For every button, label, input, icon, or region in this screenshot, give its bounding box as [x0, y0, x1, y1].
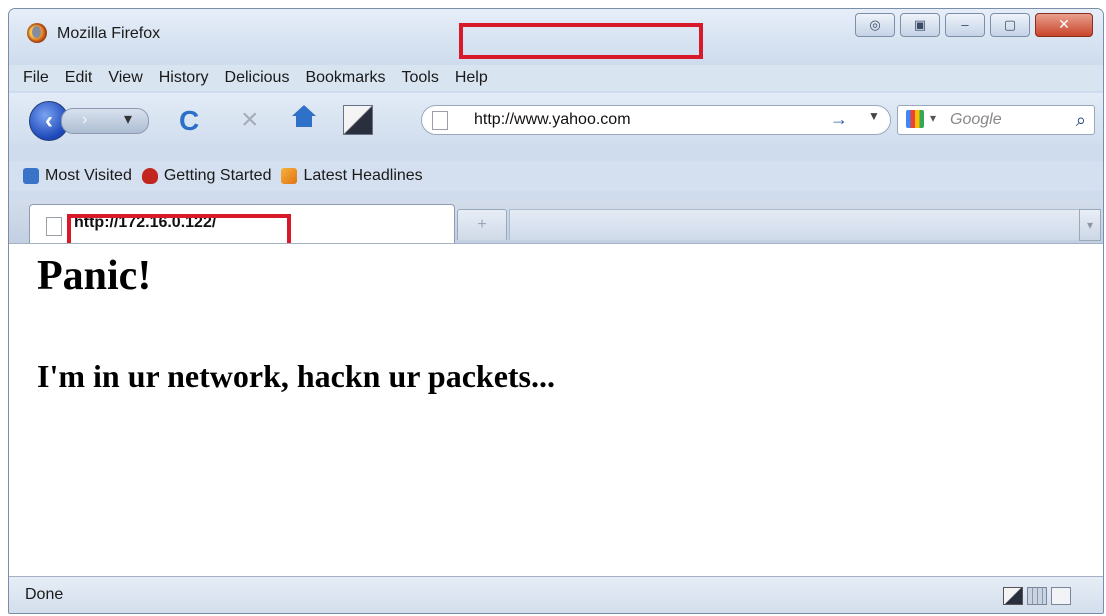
menu-file[interactable]: File	[23, 69, 49, 87]
page-icon	[46, 217, 62, 236]
google-engine-icon[interactable]	[906, 110, 924, 128]
bookmark-status-icon[interactable]	[1003, 587, 1023, 605]
engine-dropdown-icon[interactable]: ▾	[930, 111, 936, 125]
back-arrow-icon: ‹	[45, 107, 53, 134]
bookmarks-toolbar: Most Visited Getting Started Latest Head…	[9, 161, 1103, 191]
window-title: Mozilla Firefox	[57, 25, 161, 42]
search-bar[interactable]: ▾ Google ⌕	[897, 105, 1095, 135]
minimize-icon: –	[961, 17, 969, 32]
stop-icon[interactable]: ×	[241, 103, 259, 137]
plus-icon: +	[477, 216, 487, 233]
bookmark-page-icon[interactable]	[343, 105, 373, 135]
home-icon[interactable]	[291, 105, 317, 131]
bookmark-label: Most Visited	[45, 167, 132, 184]
glasses-icon: ◎	[869, 17, 881, 32]
most-visited-icon	[23, 168, 39, 184]
chevron-down-icon: ▾	[1086, 218, 1094, 232]
menu-help[interactable]: Help	[455, 69, 488, 87]
new-tab-button[interactable]: +	[457, 209, 507, 240]
close-button[interactable]: ✕	[1035, 13, 1093, 37]
bookmark-most-visited[interactable]: Most Visited	[23, 167, 132, 185]
rss-feed-icon	[281, 168, 298, 184]
url-input[interactable]: http://www.yahoo.com	[474, 111, 631, 129]
status-icons	[1003, 587, 1071, 605]
menu-bookmarks[interactable]: Bookmarks	[305, 69, 385, 87]
page-icon	[432, 111, 448, 130]
page-content: Panic! I'm in ur network, hackn ur packe…	[9, 243, 1103, 578]
restore-view-button[interactable]: ▣	[900, 13, 940, 37]
maximize-button[interactable]: ▢	[990, 13, 1030, 37]
bookmark-label: Latest Headlines	[303, 167, 423, 184]
tab-strip	[509, 209, 1089, 240]
bookmark-label: Getting Started	[163, 167, 272, 184]
compat-button[interactable]: ◎	[855, 13, 895, 37]
url-bar[interactable]: http://www.yahoo.com → ▼	[421, 105, 891, 135]
navigation-toolbar: ‹ › ▾ C × http://www.yahoo.com → ▼ ▾ Goo…	[9, 93, 1103, 145]
menu-delicious[interactable]: Delicious	[225, 69, 290, 87]
mail-status-icon[interactable]	[1051, 587, 1071, 605]
forward-arrow-icon: ›	[82, 111, 88, 128]
menu-edit[interactable]: Edit	[65, 69, 93, 87]
search-icon[interactable]: ⌕	[1076, 110, 1086, 131]
status-text: Done	[25, 586, 64, 603]
menu-bar: File Edit View History Delicious Bookmar…	[9, 65, 1103, 91]
close-icon: ✕	[1058, 16, 1070, 32]
minimize-button[interactable]: –	[945, 13, 985, 37]
menu-tools[interactable]: Tools	[401, 69, 438, 87]
page-subheading: I'm in ur network, hackn ur packets...	[37, 358, 555, 394]
go-arrow-icon[interactable]: →	[830, 109, 848, 130]
bookmark-latest-headlines[interactable]: Latest Headlines	[281, 167, 423, 185]
bookmark-getting-started[interactable]: Getting Started	[141, 167, 272, 185]
forward-button[interactable]: › ▾	[61, 108, 149, 134]
menu-view[interactable]: View	[108, 69, 142, 87]
reload-icon[interactable]: C	[179, 105, 199, 137]
url-highlight-box	[459, 23, 703, 59]
search-input[interactable]: Google	[950, 111, 1002, 129]
url-dropdown-icon[interactable]: ▼	[868, 109, 880, 123]
menu-history[interactable]: History	[159, 69, 209, 87]
history-dropdown-icon[interactable]: ▾	[124, 109, 132, 129]
browser-window: Mozilla Firefox ◎ ▣ – ▢ ✕ File Edit View…	[8, 8, 1104, 614]
firefox-logo-icon	[27, 23, 47, 43]
window-controls: ◎ ▣ – ▢ ✕	[855, 13, 1093, 37]
tab-list-button[interactable]: ▾	[1079, 209, 1101, 241]
page-heading: Panic!	[37, 253, 152, 299]
grid-status-icon[interactable]	[1027, 587, 1047, 605]
window-icon: ▣	[913, 17, 927, 32]
status-bar: Done	[9, 576, 1103, 613]
getting-started-icon	[141, 168, 158, 184]
maximize-icon: ▢	[1003, 17, 1017, 32]
